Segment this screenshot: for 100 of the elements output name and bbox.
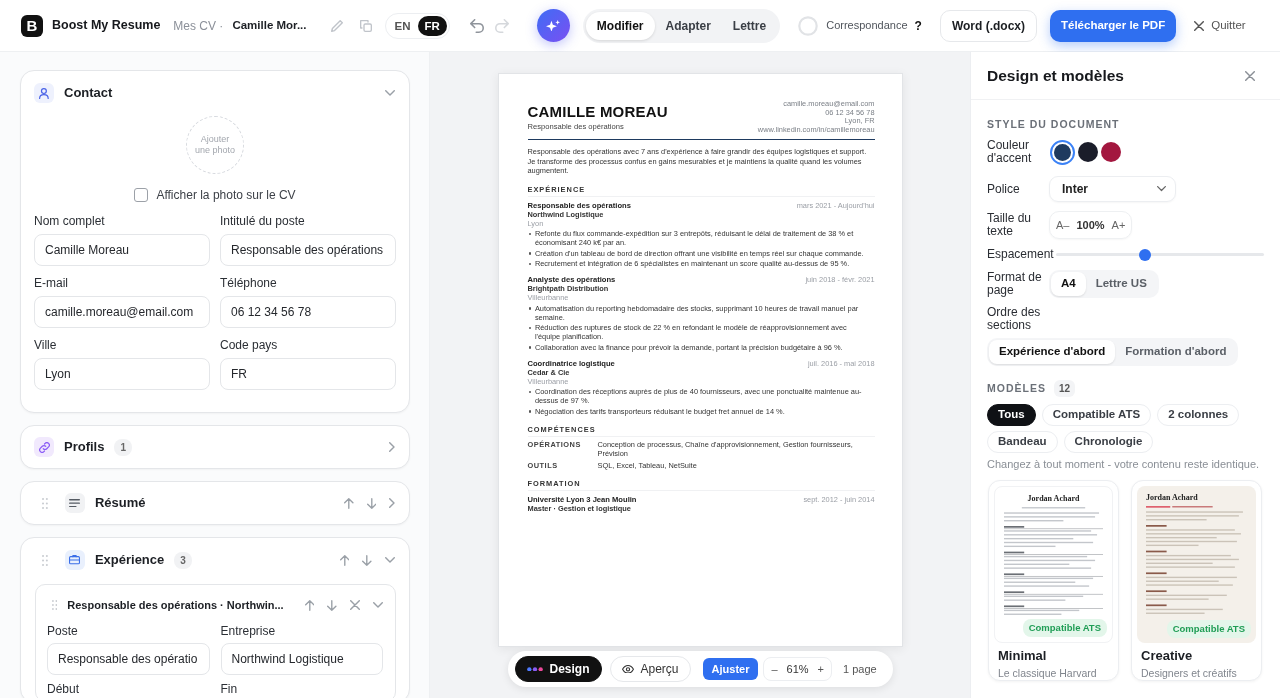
field-label: Nom complet	[34, 214, 106, 228]
design-button[interactable]: Design	[514, 656, 602, 682]
mode-tab[interactable]: Lettre	[721, 11, 778, 40]
input-field[interactable]: Northwind Logistique	[220, 643, 383, 675]
color-swatch[interactable]	[1078, 142, 1098, 162]
slider-thumb[interactable]	[1139, 248, 1152, 261]
field-label: Code pays	[220, 338, 279, 352]
segment-option[interactable]: A4	[1051, 272, 1086, 296]
section-title: Profils	[64, 438, 105, 457]
language-option[interactable]: EN	[387, 15, 418, 36]
section-title: Contact	[64, 84, 113, 103]
chevron-right-icon[interactable]	[389, 442, 395, 452]
filter-chip[interactable]: Compatible ATS	[1041, 404, 1152, 426]
arrow-down-icon[interactable]	[327, 599, 337, 611]
input-field[interactable]: camille.moreau@email.com	[34, 296, 210, 328]
bullet-icon	[529, 346, 532, 349]
checkbox-label: Afficher la photo sur le CV	[156, 187, 296, 204]
filter-chip[interactable]: Chronologie	[1063, 431, 1154, 453]
bullet-icon	[529, 410, 532, 413]
chevron-down-icon[interactable]	[385, 557, 395, 563]
setting-label: Ordre des sections	[987, 306, 1042, 332]
language-option[interactable]: FR	[417, 15, 447, 36]
input-field[interactable]: Camille Moreau	[34, 234, 210, 266]
score-ring-icon	[798, 15, 819, 36]
mode-tab[interactable]: Modifier	[585, 11, 655, 40]
drag-handle-icon[interactable]	[42, 497, 48, 509]
filter-chip[interactable]: Tous	[987, 404, 1036, 426]
resume-name: CAMILLE MOREAU	[527, 103, 668, 120]
font-select[interactable]: Inter	[1049, 176, 1176, 202]
zoom-out-button[interactable]: –	[769, 663, 780, 675]
chevron-down-icon	[1157, 186, 1166, 192]
increase-size-button[interactable]: A+	[1110, 216, 1127, 234]
field-label: Poste	[47, 625, 79, 638]
filter-chip[interactable]: 2 colonnes	[1157, 404, 1240, 426]
color-swatch[interactable]	[1050, 139, 1075, 165]
color-swatch[interactable]	[1101, 142, 1121, 162]
copy-icon[interactable]	[359, 19, 372, 32]
arrow-up-icon[interactable]	[339, 554, 350, 566]
ai-assist-button[interactable]	[536, 9, 570, 42]
input-field[interactable]: Responsable des opératio	[47, 643, 210, 675]
pencil-icon[interactable]	[330, 19, 343, 32]
field-label: Intitulé du poste	[220, 214, 306, 228]
ats-badge: Compatible ATS	[1166, 619, 1251, 638]
field-label: Début	[47, 683, 81, 696]
section-heading: STYLE DU DOCUMENT	[987, 118, 1121, 131]
checkbox[interactable]	[134, 188, 149, 202]
template-description: Designers et créatifs	[1141, 667, 1238, 680]
help-button[interactable]: ?	[914, 16, 922, 35]
template-card[interactable]: Jordan Achard Compatible ATS Minimal Le classique Harvard	[988, 480, 1119, 681]
mode-tab[interactable]: Adapter	[654, 11, 722, 40]
close-icon	[1194, 20, 1205, 31]
document-title: Camille Mor...	[232, 17, 307, 33]
setting-label: Police	[987, 182, 1021, 196]
arrow-down-icon[interactable]	[362, 554, 372, 566]
quit-button[interactable]: Quitter	[1194, 16, 1246, 35]
thumbnail-name: Jordan Achard	[1027, 494, 1080, 504]
template-name: Minimal	[998, 648, 1048, 663]
decrease-size-button[interactable]: A–	[1055, 216, 1071, 234]
field-label: Fin	[220, 683, 239, 696]
person-icon	[34, 83, 54, 103]
count-badge: 1	[114, 438, 133, 456]
input-field[interactable]: FR	[220, 358, 396, 390]
chevron-down-icon[interactable]	[385, 90, 395, 96]
download-pdf-button[interactable]: Télécharger le PDF	[1050, 9, 1177, 42]
segment-option[interactable]: Lettre US	[1085, 272, 1157, 296]
filter-chip[interactable]: Bandeau	[987, 431, 1058, 453]
thumbnail-name: Jordan Achard	[1146, 493, 1199, 503]
template-card[interactable]: Jordan Achard Compatible ATS Creative Designers et créatifs	[1131, 480, 1262, 681]
segment-option[interactable]: Formation d'abord	[1115, 340, 1237, 364]
input-field[interactable]: Responsable des opérations	[220, 234, 396, 266]
panel-title: Design et modèles	[987, 65, 1124, 86]
input-field[interactable]: Lyon	[34, 358, 210, 390]
fit-button[interactable]: Ajuster	[702, 658, 759, 680]
field-label: Entreprise	[220, 625, 277, 638]
text-lines-icon	[64, 493, 85, 513]
arrow-down-icon[interactable]	[366, 497, 377, 509]
zoom-in-button[interactable]: +	[815, 663, 827, 675]
close-icon[interactable]	[350, 600, 360, 610]
undo-icon[interactable]	[469, 18, 484, 33]
field-label: E-mail	[34, 276, 69, 290]
logo: B	[21, 14, 43, 37]
chevron-right-icon[interactable]	[389, 498, 395, 508]
preview-button[interactable]: Aperçu	[609, 656, 691, 682]
segment-option[interactable]: Expérience d'abord	[989, 340, 1116, 364]
setting-label: Taille du texte	[987, 212, 1033, 238]
arrow-up-icon[interactable]	[344, 497, 354, 509]
ats-badge: Compatible ATS	[1022, 618, 1107, 637]
word-export-button[interactable]: Word (.docx)	[939, 9, 1037, 42]
page-count: 1 page	[843, 661, 877, 677]
input-field[interactable]: 06 12 34 56 78	[220, 296, 396, 328]
drag-handle-icon[interactable]	[42, 554, 48, 566]
chevron-down-icon[interactable]	[373, 602, 383, 608]
close-icon[interactable]	[1245, 70, 1255, 81]
section-heading: MODÈLES	[987, 382, 1046, 395]
arrow-up-icon[interactable]	[304, 599, 315, 611]
drag-handle-icon[interactable]	[52, 600, 58, 610]
setting-label: Format de page	[987, 271, 1043, 297]
briefcase-icon	[64, 550, 85, 570]
field-label: Téléphone	[220, 276, 278, 290]
template-description: Le classique Harvard	[998, 667, 1098, 680]
